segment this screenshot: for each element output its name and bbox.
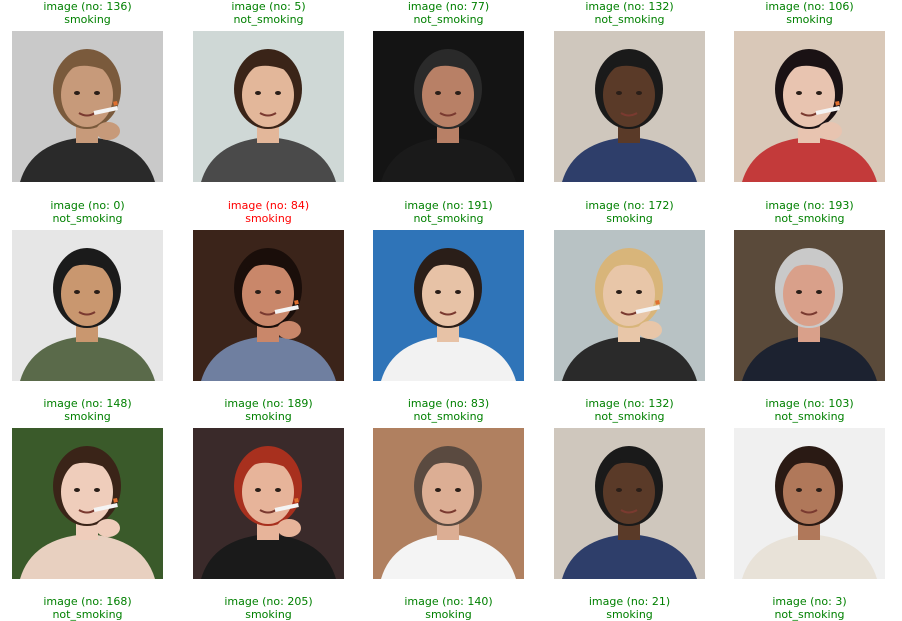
predicted-label: not_smoking <box>774 212 845 225</box>
portrait-image <box>373 230 524 381</box>
image-title: image (no: 189) <box>224 397 313 410</box>
prediction-grid: image (no: 136) smoking image (no: 5) not_s… <box>0 0 902 621</box>
image-title: image (no: 205) <box>224 595 313 608</box>
portrait-image <box>12 31 163 182</box>
grid-cell: image (no: 3) not_smoking <box>734 595 885 621</box>
predicted-label: smoking <box>245 410 292 423</box>
portrait-image <box>373 31 524 182</box>
predicted-label: not_smoking <box>594 410 665 423</box>
grid-cell: image (no: 0) not_smoking <box>12 199 163 381</box>
image-title: image (no: 132) <box>585 397 674 410</box>
grid-cell: image (no: 189) smoking <box>193 397 344 579</box>
image-title: image (no: 168) <box>43 595 132 608</box>
grid-cell: image (no: 148) smoking <box>12 397 163 579</box>
predicted-label: smoking <box>64 13 111 26</box>
predicted-label: smoking <box>606 608 653 621</box>
image-title: image (no: 193) <box>765 199 854 212</box>
image-title: image (no: 83) <box>407 397 490 410</box>
portrait-image <box>193 31 344 182</box>
grid-cell: image (no: 77) not_smoking <box>373 0 524 182</box>
portrait-image <box>734 31 885 182</box>
portrait-image <box>12 428 163 579</box>
image-title: image (no: 0) <box>50 199 125 212</box>
predicted-label: smoking <box>786 13 833 26</box>
grid-cell: image (no: 132) not_smoking <box>554 0 705 182</box>
portrait-image <box>12 230 163 381</box>
grid-cell: image (no: 5) not_smoking <box>193 0 344 182</box>
image-title: image (no: 136) <box>43 0 132 13</box>
grid-cell: image (no: 193) not_smoking <box>734 199 885 381</box>
image-title: image (no: 21) <box>588 595 671 608</box>
image-title: image (no: 84) <box>227 199 310 212</box>
image-title: image (no: 148) <box>43 397 132 410</box>
portrait-image <box>554 31 705 182</box>
predicted-label: not_smoking <box>52 608 123 621</box>
image-title: image (no: 132) <box>585 0 674 13</box>
grid-cell: image (no: 83) not_smoking <box>373 397 524 579</box>
image-title: image (no: 140) <box>404 595 493 608</box>
grid-cell: image (no: 84) smoking <box>193 199 344 381</box>
predicted-label: not_smoking <box>774 608 845 621</box>
image-title: image (no: 191) <box>404 199 493 212</box>
image-title: image (no: 106) <box>765 0 854 13</box>
portrait-image <box>734 428 885 579</box>
predicted-label: smoking <box>425 608 472 621</box>
grid-cell: image (no: 140) smoking <box>373 595 524 621</box>
grid-cell: image (no: 205) smoking <box>193 595 344 621</box>
predicted-label: not_smoking <box>413 410 484 423</box>
portrait-image <box>554 428 705 579</box>
grid-cell: image (no: 172) smoking <box>554 199 705 381</box>
predicted-label: smoking <box>245 608 292 621</box>
predicted-label: smoking <box>245 212 292 225</box>
predicted-label: not_smoking <box>413 13 484 26</box>
image-title: image (no: 172) <box>585 199 674 212</box>
predicted-label: smoking <box>64 410 111 423</box>
portrait-image <box>734 230 885 381</box>
image-title: image (no: 3) <box>772 595 847 608</box>
grid-cell: image (no: 103) not_smoking <box>734 397 885 579</box>
predicted-label: smoking <box>606 212 653 225</box>
portrait-image <box>554 230 705 381</box>
image-title: image (no: 77) <box>407 0 490 13</box>
predicted-label: not_smoking <box>413 212 484 225</box>
grid-cell: image (no: 191) not_smoking <box>373 199 524 381</box>
grid-cell: image (no: 132) not_smoking <box>554 397 705 579</box>
predicted-label: not_smoking <box>233 13 304 26</box>
predicted-label: not_smoking <box>594 13 665 26</box>
predicted-label: not_smoking <box>774 410 845 423</box>
portrait-image <box>193 230 344 381</box>
image-title: image (no: 103) <box>765 397 854 410</box>
grid-cell: image (no: 136) smoking <box>12 0 163 182</box>
portrait-image <box>373 428 524 579</box>
grid-cell: image (no: 21) smoking <box>554 595 705 621</box>
image-title: image (no: 5) <box>231 0 306 13</box>
grid-cell: image (no: 168) not_smoking <box>12 595 163 621</box>
portrait-image <box>193 428 344 579</box>
grid-cell: image (no: 106) smoking <box>734 0 885 182</box>
predicted-label: not_smoking <box>52 212 123 225</box>
